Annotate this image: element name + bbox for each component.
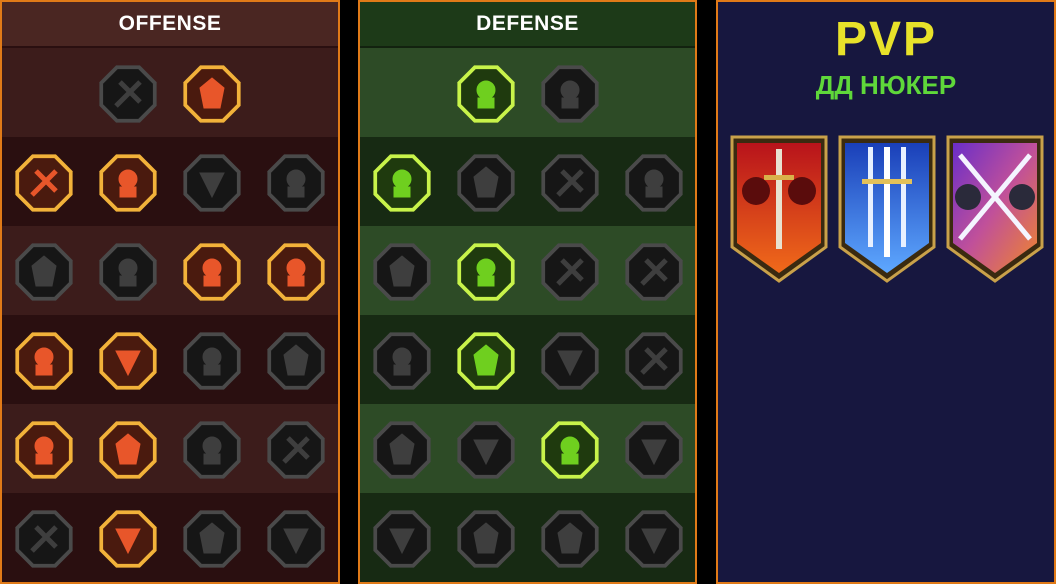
pvp-title: PVP — [834, 13, 938, 66]
crossed-blades-banner[interactable] — [946, 135, 1044, 283]
stone-golem-icon[interactable] — [538, 151, 602, 215]
horned-beast-icon[interactable] — [180, 507, 244, 571]
defense-row — [360, 226, 695, 316]
scythe-fist-icon[interactable] — [264, 240, 328, 304]
winged-shield-icon[interactable] — [454, 507, 518, 571]
crossed-blades-icon[interactable] — [622, 151, 686, 215]
crowned-warrior-icon[interactable] — [370, 507, 434, 571]
battle-axe-icon[interactable] — [180, 329, 244, 393]
offense-row — [2, 315, 338, 405]
defense-row — [360, 137, 695, 227]
red-knights-banner[interactable] — [730, 135, 828, 283]
radiant-skull-icon[interactable] — [538, 418, 602, 482]
claw-slashes-icon[interactable] — [96, 151, 160, 215]
skull-wave-icon[interactable] — [180, 240, 244, 304]
raised-fist-icon[interactable] — [538, 62, 602, 126]
offense-row — [2, 226, 338, 316]
crowd-icon[interactable] — [370, 329, 434, 393]
pvp-panel: PVP ДД НЮКЕР — [716, 0, 1056, 584]
pvp-subtitle: ДД НЮКЕР — [815, 70, 957, 100]
armor-plates-icon[interactable] — [454, 62, 518, 126]
sparkle-sword-icon[interactable] — [12, 507, 76, 571]
offense-row — [2, 48, 338, 138]
defense-row — [360, 48, 695, 138]
defense-row — [360, 493, 695, 582]
dark-heart-icon[interactable] — [264, 151, 328, 215]
hooded-figure-icon[interactable] — [622, 240, 686, 304]
offense-title: OFFENSE — [2, 2, 338, 46]
swirl-hand-icon[interactable] — [622, 418, 686, 482]
skull-totem-icon[interactable] — [264, 507, 328, 571]
defense-row — [360, 404, 695, 494]
chain-lightning-icon[interactable] — [264, 329, 328, 393]
defense-row — [360, 315, 695, 405]
open-palm-icon[interactable] — [538, 329, 602, 393]
defense-panel: DEFENSE — [358, 0, 697, 584]
chevron-shield-icon[interactable] — [370, 151, 434, 215]
shield-arrow-icon[interactable] — [180, 151, 244, 215]
heart-shield-icon[interactable] — [538, 240, 602, 304]
knight-shield-icon[interactable] — [454, 240, 518, 304]
hammer-fist-icon[interactable] — [96, 329, 160, 393]
hourglass-icon[interactable] — [454, 329, 518, 393]
bleeding-heart-sword-icon[interactable] — [12, 329, 76, 393]
triple-skull-icon[interactable] — [96, 418, 160, 482]
flexing-warrior-icon[interactable] — [12, 240, 76, 304]
triple-slash-icon[interactable] — [180, 62, 244, 126]
three-drops-icon[interactable] — [454, 418, 518, 482]
bull-head-icon[interactable] — [622, 329, 686, 393]
defense-title: DEFENSE — [360, 2, 695, 46]
offense-row — [2, 137, 338, 227]
offense-row — [2, 404, 338, 494]
crossed-swords-icon[interactable] — [96, 62, 160, 126]
figure-shield-icon[interactable] — [370, 240, 434, 304]
bearded-elder-icon[interactable] — [538, 507, 602, 571]
offense-row — [2, 493, 338, 582]
strongman-icon[interactable] — [622, 507, 686, 571]
heart-hand-icon[interactable] — [454, 151, 518, 215]
flaming-helm-icon[interactable] — [96, 507, 160, 571]
demon-horns-icon[interactable] — [12, 151, 76, 215]
fanged-maw-icon[interactable] — [96, 240, 160, 304]
blue-swords-banner[interactable] — [838, 135, 936, 283]
speed-runner-icon[interactable] — [370, 418, 434, 482]
arrows-burst-icon[interactable] — [12, 418, 76, 482]
rage-warrior-icon[interactable] — [264, 418, 328, 482]
dagger-ring-icon[interactable] — [180, 418, 244, 482]
offense-panel: OFFENSE — [0, 0, 340, 584]
